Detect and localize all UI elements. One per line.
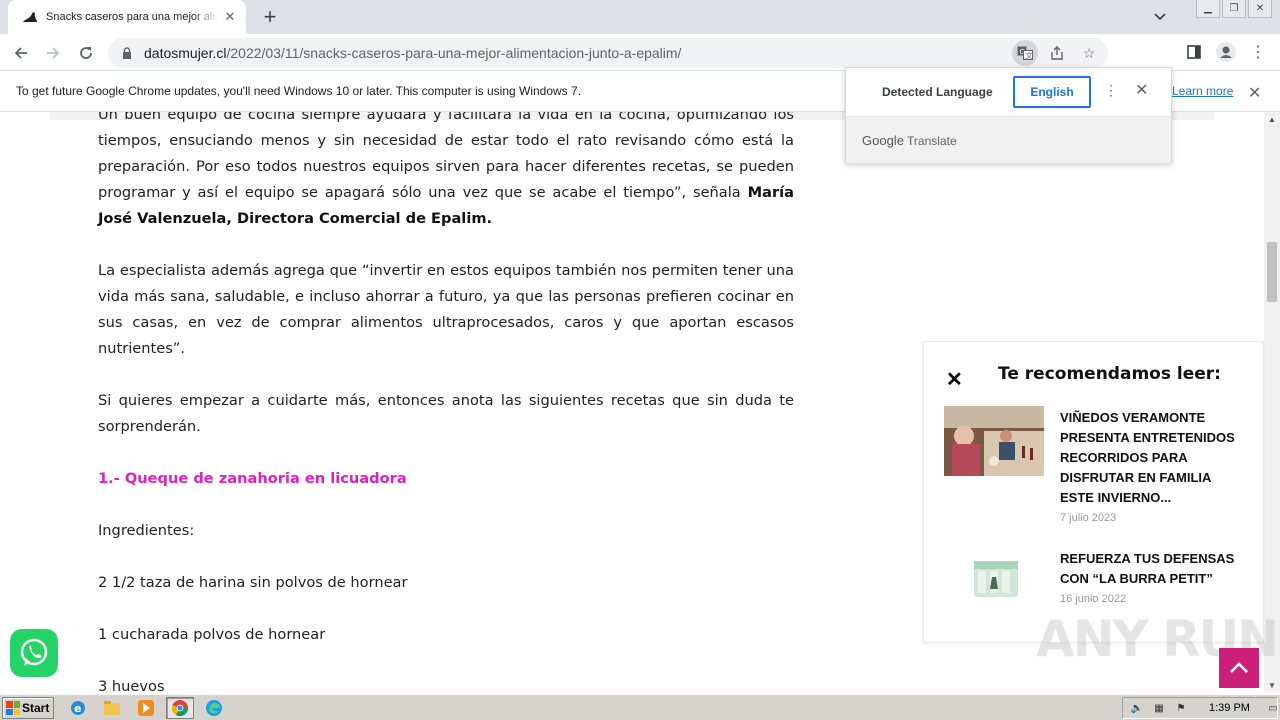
- window-controls: ▁ ❐ ✕: [1196, 0, 1272, 18]
- ingredients-label: Ingredientes:: [98, 522, 195, 539]
- translate-popup: Detected Language English ⋮ ✕ Google Tra…: [845, 67, 1172, 163]
- reload-icon[interactable]: [73, 40, 99, 66]
- recommendation-date: 16 junio 2022: [1060, 593, 1127, 605]
- media-player-icon[interactable]: [132, 697, 160, 719]
- svg-text:文: 文: [1026, 51, 1033, 60]
- omnibox-actions: G文 ☆: [1012, 40, 1102, 66]
- translate-tabs: Detected Language English ⋮ ✕: [846, 68, 1171, 116]
- url-path: /2022/03/11/snacks-caseros-para-una-mejo…: [226, 45, 682, 61]
- article-body: Un buen equipo de cocina siempre ayudará…: [98, 112, 794, 692]
- whatsapp-icon[interactable]: [10, 629, 58, 677]
- burra-petit-thumbnail[interactable]: [944, 547, 1044, 617]
- tab-title: Snacks caseros para una mejor alimentaci…: [46, 11, 218, 23]
- scroll-up-arrow-icon[interactable]: ▲: [1264, 112, 1280, 126]
- close-window-button[interactable]: ✕: [1248, 0, 1272, 18]
- recommendation-date: 7 julio 2023: [1060, 512, 1117, 524]
- restore-button[interactable]: ❐: [1222, 0, 1246, 18]
- high-heel-favicon-icon: [22, 9, 38, 25]
- detected-language-tab[interactable]: Detected Language: [882, 85, 993, 99]
- translate-options-icon[interactable]: ⋮: [1104, 82, 1118, 99]
- network-icon[interactable]: ▦: [1151, 701, 1167, 715]
- page-scrollbar[interactable]: ▲ ▼: [1264, 112, 1280, 692]
- minimize-button[interactable]: ▁: [1196, 0, 1220, 18]
- browser-toolbar: datosmujer.cl/2022/03/11/snacks-caseros-…: [0, 34, 1280, 71]
- recommendation-headline[interactable]: REFUERZA TUS DEFENSAS CON “LA BURRA PETI…: [1060, 549, 1246, 589]
- paragraph-1-text: Un buen equipo de cocina siempre ayudará…: [98, 112, 794, 201]
- infobar-close-icon[interactable]: ✕: [1248, 83, 1261, 103]
- recommendation-close-icon[interactable]: ✕: [946, 367, 963, 392]
- volume-icon[interactable]: 🔈: [1129, 701, 1145, 715]
- taskbar-clock[interactable]: 1:39 PM: [1209, 702, 1250, 714]
- tab-search-chevron-icon[interactable]: [1150, 7, 1170, 27]
- browser-tab[interactable]: Snacks caseros para una mejor alimentaci…: [8, 0, 246, 34]
- windows-flag-icon: [6, 701, 20, 715]
- back-arrow-icon[interactable]: [8, 40, 34, 66]
- show-desktop-icon[interactable]: ▭: [1265, 701, 1280, 715]
- chevron-up-icon: [1230, 662, 1248, 673]
- side-panel-icon[interactable]: [1180, 38, 1208, 66]
- brand-google: Google: [862, 132, 904, 148]
- new-tab-button[interactable]: +: [258, 4, 282, 29]
- translate-footer: Google Translate: [846, 116, 1171, 163]
- google-translate-brand: Google Translate: [862, 133, 957, 148]
- svg-text:e: e: [74, 702, 81, 715]
- recommendation-item[interactable]: VIÑEDOS VERAMONTE PRESENTA ENTRETENIDOS …: [944, 406, 1244, 526]
- recommendation-box: ✕ Te recomendamos leer: VIÑEDOS VERAMONT…: [923, 341, 1264, 643]
- address-bar[interactable]: datosmujer.cl/2022/03/11/snacks-caseros-…: [108, 38, 1108, 68]
- share-icon[interactable]: [1044, 40, 1070, 66]
- scroll-thumb[interactable]: [1267, 242, 1277, 302]
- english-tab[interactable]: English: [1013, 76, 1091, 108]
- recipe-heading: 1.- Queque de zanahoria en licuadora: [98, 470, 407, 487]
- brand-translate: Translate: [907, 133, 957, 148]
- system-tray: 🔈 ▦ ⚑ 1:39 PM ▭: [1122, 697, 1278, 719]
- vineyard-thumbnail[interactable]: [944, 406, 1044, 476]
- internet-explorer-icon[interactable]: e: [64, 697, 92, 719]
- forward-arrow-icon[interactable]: [40, 40, 66, 66]
- url-domain: datosmujer.cl: [144, 45, 227, 61]
- paragraph-3: Si quieres empezar a cuidarte más, enton…: [98, 392, 794, 435]
- edge-icon[interactable]: [200, 697, 228, 719]
- infobar-message: To get future Google Chrome updates, you…: [16, 84, 582, 98]
- profile-avatar-icon[interactable]: [1212, 38, 1240, 66]
- windows-taskbar: Start e 🔈 ▦ ⚑ 1:39 PM ▭: [0, 694, 1280, 720]
- tab-close-icon[interactable]: ✕: [222, 9, 238, 25]
- recommendation-title: Te recomendamos leer:: [998, 364, 1221, 384]
- back-to-top-button[interactable]: [1219, 648, 1259, 688]
- ingredient-2: 1 cucharada polvos de hornear: [98, 626, 326, 643]
- file-explorer-icon[interactable]: [98, 697, 126, 719]
- start-button[interactable]: Start: [2, 697, 54, 719]
- ingredient-1: 2 1/2 taza de harina sin polvos de horne…: [98, 574, 408, 591]
- action-center-flag-icon[interactable]: ⚑: [1173, 701, 1189, 715]
- bookmark-star-icon[interactable]: ☆: [1076, 40, 1102, 66]
- paragraph-2: La especialista además agrega que “inver…: [98, 262, 794, 357]
- kebab-menu-icon[interactable]: ⋮: [1244, 38, 1272, 66]
- lock-icon[interactable]: [120, 46, 134, 60]
- tab-strip: Snacks caseros para una mejor alimentaci…: [0, 0, 1280, 34]
- scroll-down-arrow-icon[interactable]: ▼: [1264, 678, 1280, 692]
- recommendation-headline[interactable]: VIÑEDOS VERAMONTE PRESENTA ENTRETENIDOS …: [1060, 408, 1246, 508]
- translate-close-icon[interactable]: ✕: [1135, 80, 1148, 100]
- ingredient-3: 3 huevos: [98, 678, 165, 692]
- start-label: Start: [22, 701, 50, 715]
- paragraph-1: Un buen equipo de cocina siempre ayudará…: [98, 112, 794, 232]
- learn-more-link[interactable]: Learn more: [1172, 84, 1233, 98]
- translate-icon[interactable]: G文: [1012, 40, 1038, 66]
- chrome-icon[interactable]: [166, 697, 194, 719]
- recommendation-item[interactable]: REFUERZA TUS DEFENSAS CON “LA BURRA PETI…: [944, 547, 1244, 617]
